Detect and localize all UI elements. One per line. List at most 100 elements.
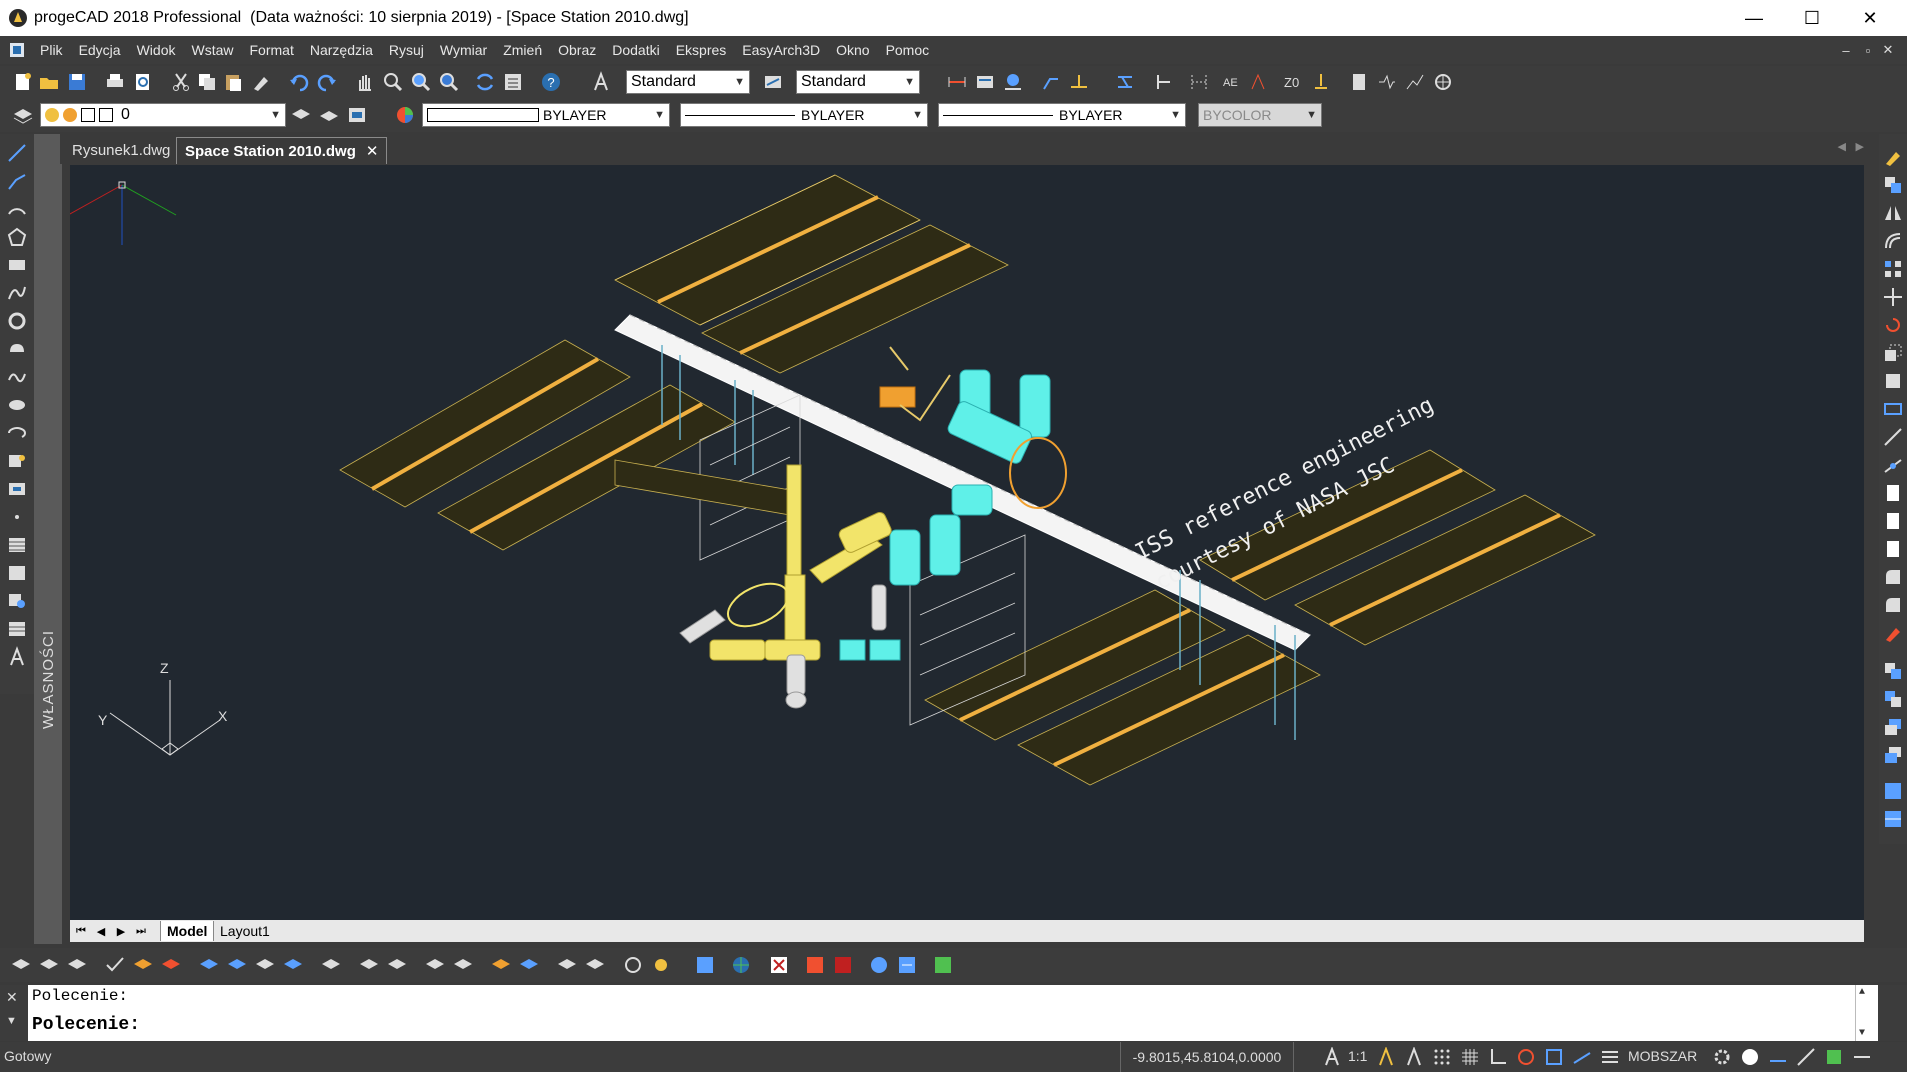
layer-linetype-icon[interactable]: [518, 954, 540, 976]
hatch-icon[interactable]: [6, 534, 28, 556]
explode-icon[interactable]: [1882, 594, 1904, 616]
close-command-icon[interactable]: ✕: [6, 989, 18, 1006]
tab-space-station[interactable]: Space Station 2010.dwg ✕: [176, 137, 388, 164]
circle-icon[interactable]: [6, 310, 28, 332]
menu-wymiar[interactable]: Wymiar: [432, 42, 495, 58]
maximize-button[interactable]: ☐: [1783, 0, 1841, 36]
lineweight-toggle-icon[interactable]: [1600, 1047, 1620, 1067]
undo-icon[interactable]: [288, 71, 310, 93]
layer-freeze-icon[interactable]: [198, 954, 220, 976]
rectangle-icon[interactable]: [6, 254, 28, 276]
dim-arc-icon[interactable]: [1404, 71, 1426, 93]
center-mark-icon[interactable]: [1432, 71, 1454, 93]
print-preview-icon[interactable]: [132, 71, 154, 93]
layer-lock-icon[interactable]: [254, 954, 276, 976]
layer-delete-icon[interactable]: [160, 954, 182, 976]
dim-angular-icon[interactable]: Z0: [1282, 71, 1304, 93]
new-file-icon[interactable]: [12, 71, 34, 93]
text-style-select[interactable]: Standard ▼: [626, 70, 750, 94]
first-layout-icon[interactable]: ⏮: [72, 922, 90, 940]
menu-pomoc[interactable]: Pomoc: [878, 42, 938, 58]
draworder-back-icon[interactable]: [1882, 688, 1904, 710]
dim-baseline-icon[interactable]: [1188, 71, 1210, 93]
move-icon[interactable]: [1882, 286, 1904, 308]
grid-icon[interactable]: [1460, 1047, 1480, 1067]
last-layout-icon[interactable]: ⏭: [132, 922, 150, 940]
regenerate-icon[interactable]: [474, 71, 496, 93]
layer-off-icon[interactable]: [226, 954, 248, 976]
menu-easyarch3d[interactable]: EasyArch3D: [734, 42, 828, 58]
workspace-icon[interactable]: [1824, 1047, 1844, 1067]
layer-previous-state-icon[interactable]: [584, 954, 606, 976]
offset-icon[interactable]: [1882, 230, 1904, 252]
dim-continue-icon[interactable]: AE: [1220, 71, 1242, 93]
aligned-dimension-icon[interactable]: [974, 71, 996, 93]
draworder-above-icon[interactable]: [1882, 716, 1904, 738]
chevron-down-icon[interactable]: ▼: [6, 1015, 17, 1027]
layer-isolate-icon[interactable]: [132, 954, 154, 976]
lineweight-select[interactable]: BYLAYER ▼: [938, 103, 1186, 127]
menu-dodatki[interactable]: Dodatki: [604, 42, 667, 58]
help-icon[interactable]: ?: [540, 71, 562, 93]
layer-state-icon[interactable]: [346, 104, 368, 126]
table-insert-icon[interactable]: [6, 590, 28, 612]
properties-panel-collapsed[interactable]: WŁASNOŚCI: [34, 134, 62, 944]
drawing-viewport[interactable]: ISS reference engineering courtesy of NA…: [70, 165, 1864, 920]
dim-oblique-icon[interactable]: [1248, 71, 1270, 93]
layer-unlock-icon[interactable]: [282, 954, 304, 976]
gear-icon[interactable]: [1712, 1047, 1732, 1067]
polyline-icon[interactable]: [6, 170, 28, 192]
layer-tool-3-icon[interactable]: [66, 954, 88, 976]
ellipse-icon[interactable]: [6, 394, 28, 416]
units-icon[interactable]: [1768, 1047, 1788, 1067]
scroll-up-icon[interactable]: ▲: [1859, 987, 1865, 998]
model-space-toggle[interactable]: MOBSZAR: [1628, 1048, 1697, 1064]
tab-model[interactable]: Model: [160, 921, 215, 941]
command-line[interactable]: Polecenie: Polecenie: ▲ ▼: [28, 985, 1878, 1041]
snap-icon[interactable]: [1432, 1047, 1452, 1067]
layer-reset-icon[interactable]: [556, 954, 578, 976]
spline-icon[interactable]: [6, 282, 28, 304]
next-layout-icon[interactable]: ▶: [112, 922, 130, 940]
menu-obraz[interactable]: Obraz: [550, 42, 604, 58]
layer-check-icon[interactable]: [104, 954, 126, 976]
sheet-set-icon[interactable]: [896, 954, 918, 976]
extend-icon[interactable]: [1882, 454, 1904, 476]
freehand-icon[interactable]: [6, 366, 28, 388]
globe-icon[interactable]: [730, 954, 752, 976]
dynamic-input-icon[interactable]: [1796, 1047, 1816, 1067]
tab-scroll-left-icon[interactable]: ◀: [1838, 140, 1846, 153]
layer-manager-icon[interactable]: [12, 104, 34, 126]
command-scrollbar[interactable]: ▲ ▼: [1855, 985, 1872, 1041]
osnap-icon[interactable]: [1544, 1047, 1564, 1067]
group-icon[interactable]: [1882, 780, 1904, 802]
pencil-edit-icon[interactable]: [1882, 622, 1904, 644]
paste-icon[interactable]: [222, 71, 244, 93]
tab-rysunek1[interactable]: Rysunek1.dwg: [64, 137, 178, 163]
erase-icon[interactable]: [1882, 146, 1904, 168]
layer-color-icon[interactable]: [490, 954, 512, 976]
line-icon[interactable]: [6, 142, 28, 164]
radius-dimension-icon[interactable]: [1002, 71, 1024, 93]
polar-tracking-icon[interactable]: [1516, 1047, 1536, 1067]
array-icon[interactable]: [1882, 258, 1904, 280]
layer-tool-2-icon[interactable]: [38, 954, 60, 976]
document-icon[interactable]: [8, 41, 26, 59]
cut-icon[interactable]: [170, 71, 192, 93]
scale-icon[interactable]: [1882, 342, 1904, 364]
tolerance-icon[interactable]: [1068, 71, 1090, 93]
menu-zmien[interactable]: Zmień: [495, 42, 550, 58]
mdi-restore-button[interactable]: ▫: [1858, 36, 1878, 64]
layer-previous-icon[interactable]: [318, 104, 340, 126]
command-prompt[interactable]: Polecenie:: [32, 1015, 140, 1035]
scroll-down-icon[interactable]: ▼: [1859, 1028, 1865, 1039]
close-button[interactable]: ✕: [1841, 0, 1899, 36]
draworder-front-icon[interactable]: [1882, 660, 1904, 682]
clean-screen-icon[interactable]: [1740, 1047, 1760, 1067]
copy-object-icon[interactable]: [1882, 174, 1904, 196]
make-block-icon[interactable]: [6, 478, 28, 500]
dim-jog-icon[interactable]: [1376, 71, 1398, 93]
dim-update-icon[interactable]: [1114, 71, 1136, 93]
zoom-extents-icon[interactable]: [438, 71, 460, 93]
tab-layout1[interactable]: Layout1: [214, 921, 276, 941]
